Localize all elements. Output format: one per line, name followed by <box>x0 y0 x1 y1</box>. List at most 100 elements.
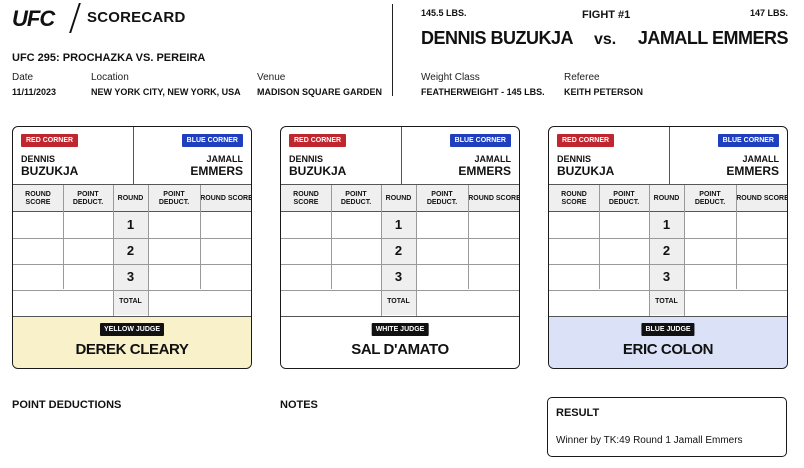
red-corner-badge: RED CORNER <box>289 134 347 147</box>
blue-weight: 147 LBS. <box>749 8 788 18</box>
vs-label: vs. <box>594 31 617 48</box>
red-fighter-name: DENNIS BUZUKJA <box>421 28 574 48</box>
scorecard-label: SCORECARD <box>87 9 186 26</box>
round-header: ROUND <box>117 194 144 202</box>
judge-badge: YELLOW JUDGE <box>99 323 165 336</box>
blue-corner-badge: BLUE CORNER <box>181 134 243 147</box>
round-number: 1 <box>126 217 135 232</box>
blue-round-score-header: ROUND SCORE <box>468 194 520 202</box>
judge-name: DEREK CLEARY <box>75 341 189 358</box>
weight-class-value: FEATHERWEIGHT - 145 LBS. <box>421 87 545 97</box>
judge-name: ERIC COLON <box>622 341 714 358</box>
round-number: 2 <box>662 243 671 258</box>
result-title: RESULT <box>556 407 600 419</box>
red-point-deduct-header: POINT DEDUCT. <box>608 190 640 206</box>
round-number: 2 <box>394 243 403 258</box>
corner-divider <box>669 127 670 185</box>
blue-first-name: JAMALL <box>742 154 780 164</box>
blue-last-name: EMMERS <box>458 164 511 178</box>
judge-card: RED CORNER BLUE CORNER DENNIS BUZUKJA JAMALL… <box>12 126 252 369</box>
date-value: 11/11/2023 <box>12 87 57 97</box>
score-header-row: ROUND SCORE POINT DEDUCT. ROUND POINT DEDUC… <box>549 185 787 212</box>
judge-area: YELLOW JUDGE DEREK CLEARY <box>13 316 251 368</box>
score-header-row: ROUND SCORE POINT DEDUCT. ROUND POINT DEDUC… <box>13 185 251 212</box>
blue-fighter-name: JAMALL EMMERS <box>637 28 789 48</box>
blue-corner-badge: BLUE CORNER <box>717 134 779 147</box>
grid-line <box>13 290 251 291</box>
grid-line <box>281 264 519 265</box>
red-first-name: DENNIS <box>21 154 56 164</box>
grid-line <box>468 185 469 289</box>
total-label: TOTAL <box>119 298 142 305</box>
blue-point-deduct-header: POINT DEDUCT. <box>694 190 726 206</box>
red-round-score-header: ROUND SCORE <box>561 190 587 206</box>
red-first-name: DENNIS <box>289 154 324 164</box>
blue-point-deduct-header: POINT DEDUCT. <box>426 190 458 206</box>
corner-divider <box>401 127 402 185</box>
judge-badge: WHITE JUDGE <box>371 323 429 336</box>
grid-line <box>736 185 737 289</box>
blue-first-name: JAMALL <box>474 154 512 164</box>
result-box: RESULT Winner by TK:49 Round 1 Jamall Em… <box>547 397 787 457</box>
location-label: Location <box>91 72 129 83</box>
venue-value: MADISON SQUARE GARDEN <box>257 87 383 97</box>
round-number: 2 <box>126 243 135 258</box>
blue-round-score-header: ROUND SCORE <box>200 194 252 202</box>
score-header-row: ROUND SCORE POINT DEDUCT. ROUND POINT DEDUC… <box>281 185 519 212</box>
red-corner-badge: RED CORNER <box>21 134 79 147</box>
grid-line <box>200 185 201 289</box>
red-weight: 145.5 LBS. <box>421 8 467 18</box>
judge-card: RED CORNER BLUE CORNER DENNIS BUZUKJA JAMALL… <box>548 126 788 369</box>
red-point-deduct-header: POINT DEDUCT. <box>72 190 104 206</box>
grid-line <box>416 185 417 316</box>
grid-line <box>549 264 787 265</box>
judge-area: WHITE JUDGE SAL D'AMATO <box>281 316 519 368</box>
grid-line <box>684 185 685 316</box>
weight-class-label: Weight Class <box>421 72 480 83</box>
red-first-name: DENNIS <box>557 154 592 164</box>
event-title: UFC 295: PROCHAZKA VS. PEREIRA <box>12 52 206 64</box>
round-number: 1 <box>394 217 403 232</box>
grid-line <box>13 264 251 265</box>
header-divider <box>392 4 393 96</box>
grid-line <box>148 185 149 316</box>
blue-point-deduct-header: POINT DEDUCT. <box>158 190 190 206</box>
blue-first-name: JAMALL <box>206 154 244 164</box>
total-label: TOTAL <box>655 298 678 305</box>
blue-corner-badge: BLUE CORNER <box>449 134 511 147</box>
round-number: 3 <box>126 269 135 284</box>
blue-last-name: EMMERS <box>190 164 243 178</box>
round-number: 3 <box>662 269 671 284</box>
red-round-score-header: ROUND SCORE <box>293 190 319 206</box>
logo-divider <box>69 3 81 33</box>
venue-label: Venue <box>257 72 286 83</box>
total-label: TOTAL <box>387 298 410 305</box>
judge-badge: BLUE JUDGE <box>641 323 695 336</box>
grid-line <box>549 290 787 291</box>
location-value: NEW YORK CITY, NEW YORK, USA <box>91 87 241 97</box>
red-last-name: BUZUKJA <box>289 164 347 178</box>
date-label: Date <box>12 72 34 83</box>
grid-line <box>549 238 787 239</box>
round-number: 1 <box>662 217 671 232</box>
round-number: 3 <box>394 269 403 284</box>
result-text: Winner by TK:49 Round 1 Jamall Emmers <box>556 435 743 446</box>
round-header: ROUND <box>653 194 680 202</box>
corner-divider <box>133 127 134 185</box>
judge-name: SAL D'AMATO <box>351 341 449 358</box>
referee-label: Referee <box>564 72 600 83</box>
red-last-name: BUZUKJA <box>21 164 79 178</box>
round-header: ROUND <box>385 194 412 202</box>
blue-round-score-header: ROUND SCORE <box>736 194 788 202</box>
blue-last-name: EMMERS <box>726 164 779 178</box>
judge-area: BLUE JUDGE ERIC COLON <box>549 316 787 368</box>
judge-card: RED CORNER BLUE CORNER DENNIS BUZUKJA JAMALL… <box>280 126 520 369</box>
point-deductions-title: POINT DEDUCTIONS <box>12 399 122 411</box>
fight-number: FIGHT #1 <box>582 9 631 21</box>
red-point-deduct-header: POINT DEDUCT. <box>340 190 372 206</box>
grid-line <box>599 185 600 289</box>
grid-line <box>13 238 251 239</box>
referee-value: KEITH PETERSON <box>564 87 644 97</box>
red-round-score-header: ROUND SCORE <box>25 190 51 206</box>
grid-line <box>281 238 519 239</box>
